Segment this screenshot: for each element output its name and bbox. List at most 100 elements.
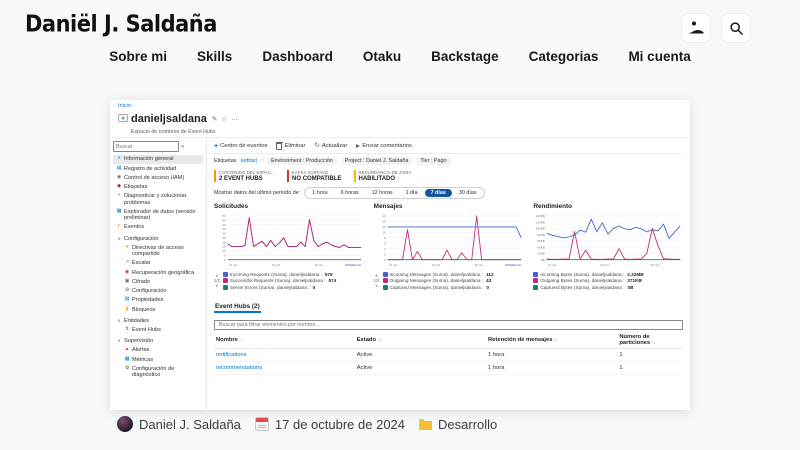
sidebar-item-label: Bloqueos (132, 307, 155, 313)
toolbar-add-button[interactable]: +Centro de eventos (214, 143, 267, 150)
event-hubs-filter-input[interactable] (214, 320, 683, 330)
nav-item-categorias[interactable]: Categorias (529, 49, 599, 64)
toolbar-feedback-button[interactable]: Enviar comentarios (356, 143, 412, 149)
sidebar-item[interactable]: ↗Escalar (113, 259, 203, 268)
table-row[interactable]: recommendationsActive1 hora1 (214, 362, 683, 375)
svg-text:15 oct: 15 oct (474, 263, 483, 267)
column-header[interactable]: Retención de mensajes↑↓ (486, 331, 617, 349)
sidebar-item[interactable]: ×Diagnosticar y solucionar problemas (113, 192, 203, 208)
sidebar-item[interactable]: ▤Registro de actividad (113, 164, 203, 173)
column-header[interactable]: Estado↑↓ (355, 331, 486, 349)
scale-icon: ↗ (124, 260, 130, 266)
sidebar-item[interactable]: ∨Entidades (113, 316, 203, 325)
toolbar-label: Actualizar (322, 143, 347, 149)
sidebar-item[interactable]: ▦Explorador de datos (versión preliminar… (113, 207, 203, 223)
sidebar-item[interactable]: ▣Cifrado (113, 278, 203, 287)
stat-label: CONTENIDO DEL ESPAC... (219, 170, 275, 175)
period-label: Mostrar datos del último período de: (214, 190, 300, 196)
event-hub-name-link[interactable]: recommendations (214, 362, 355, 375)
svg-text:0B: 0B (541, 258, 545, 262)
legend-label: Incoming Requests (Suma), danieljsaldana… (230, 272, 322, 277)
sidebar-item[interactable]: ƒEventos (113, 223, 203, 232)
sidebar-item[interactable]: ★Directivas de acceso compartido (113, 243, 203, 259)
search-icon[interactable] (722, 14, 750, 42)
period-option[interactable]: 1 hora (306, 189, 333, 197)
period-option[interactable]: 1 día (400, 189, 424, 197)
toolbar-refresh-button[interactable]: ↻Actualizar (314, 143, 347, 150)
svg-text:120KB: 120KB (536, 220, 545, 224)
column-header[interactable]: Nombre↑↓ (214, 331, 355, 349)
period-option[interactable]: 12 horas (366, 189, 399, 197)
favorite-star-icon[interactable]: ☆ (221, 115, 227, 123)
edit-icon[interactable]: ✎ (212, 115, 217, 123)
legend-item: Incoming Requests (Suma), danieljsaldana… (223, 272, 364, 277)
svg-text:140KB: 140KB (536, 214, 545, 218)
sidebar-item-label: Explorador de datos (versión preliminar) (124, 209, 200, 222)
stat-value: NO COMPATIBLE (292, 176, 341, 182)
azure-portal-screenshot: Inicio› danieljsaldana ✎ ☆ … Espacio de … (110, 100, 690, 410)
collapse-sidebar-icon[interactable]: « (181, 144, 184, 150)
post-category[interactable]: Desarrollo (438, 417, 497, 432)
sidebar-item-label: Métricas (132, 357, 153, 363)
table-row[interactable]: notificationsActive1 hora1 (214, 349, 683, 362)
table-cell: 1 hora (486, 362, 617, 375)
sidebar-item[interactable]: ▦Métricas (113, 355, 203, 364)
portal-sidebar-list: ≡Información general▤Registro de activid… (113, 155, 203, 380)
sidebar-item[interactable]: ↯Event Hubs (113, 326, 203, 335)
svg-text:20KB: 20KB (538, 251, 546, 255)
period-option[interactable]: 6 horas (335, 189, 365, 197)
sidebar-item[interactable]: ▲Alertas (113, 346, 203, 355)
legend-swatch (223, 285, 228, 290)
sidebar-item[interactable]: ◆Etiquetas (113, 183, 203, 192)
nav-item-sobre-mi[interactable]: Sobre mi (109, 49, 167, 64)
sidebar-item[interactable]: ◉Control de acceso (IAM) (113, 173, 203, 182)
svg-text:UTC+02:00: UTC+02:00 (345, 263, 361, 267)
site-logo[interactable]: Daniël J. Saldaña (25, 11, 217, 37)
shared-access-policies-icon: ★ (124, 245, 130, 251)
nav-item-otaku[interactable]: Otaku (363, 49, 401, 64)
sidebar-item[interactable]: ▮Bloqueos (113, 305, 203, 314)
period-option[interactable]: 30 días (453, 189, 483, 197)
sidebar-item[interactable]: ∨Supervisión (113, 337, 203, 346)
sidebar-item-label: Configuración de diagnóstico (132, 366, 200, 379)
legend-label: Captured Bytes (Suma), danieljsaldana : (540, 285, 624, 290)
mountain-icon[interactable] (682, 14, 710, 42)
author-name[interactable]: Daniel J. Saldaña (139, 417, 241, 432)
event-hubs-tab[interactable]: Event Hubs (2) (214, 303, 261, 313)
feedback-icon (356, 144, 360, 148)
edit-tags-link[interactable]: (editar) (240, 158, 257, 164)
nav-item-dashboard[interactable]: Dashboard (262, 49, 333, 64)
svg-text:2: 2 (384, 252, 386, 256)
column-header[interactable]: Número de particiones↑↓ (617, 331, 683, 349)
more-options-icon[interactable]: … (231, 115, 238, 123)
sidebar-item[interactable]: ⚙Configuración de diagnóstico (113, 364, 203, 380)
header-actions (682, 14, 750, 42)
svg-text:25: 25 (222, 236, 226, 240)
nav-item-skills[interactable]: Skills (197, 49, 232, 64)
breadcrumb-link[interactable]: Inicio (118, 103, 131, 109)
properties-icon: ▤ (124, 297, 130, 303)
event-hub-name-link[interactable]: notifications (214, 349, 355, 362)
toolbar-delete-button[interactable]: Eliminar (276, 142, 305, 150)
svg-text:40: 40 (222, 223, 226, 227)
legend-pager[interactable]: ∧1/2∨ (374, 274, 380, 288)
sidebar-search-input[interactable] (113, 141, 179, 152)
toolbar-label: Eliminar (284, 143, 305, 149)
sidebar-item[interactable]: ◉Recuperación geográfica (113, 268, 203, 277)
sidebar-item[interactable]: ≡Información general (113, 155, 203, 164)
legend-pager[interactable]: ∧1/2∨ (214, 274, 220, 288)
tags-icon: ◆ (116, 184, 122, 190)
stat-chip: CONTENIDO DEL ESPAC...2 EVENT HUBS (214, 170, 275, 182)
nav-item-mi-cuenta[interactable]: Mi cuenta (628, 49, 690, 64)
sidebar-item[interactable]: ⚙Configuración (113, 287, 203, 296)
sidebar-item[interactable]: ∨Configuración (113, 234, 203, 243)
stat-chip: KAFKA SURFACENO COMPATIBLE (287, 170, 341, 182)
sidebar-item-label: Etiquetas (124, 184, 147, 190)
stat-value: 2 EVENT HUBS (219, 176, 275, 182)
sidebar-item[interactable]: ▤Propiedades (113, 296, 203, 305)
svg-text:4: 4 (384, 247, 386, 251)
svg-text:0: 0 (384, 258, 386, 262)
sort-icon: ↑↓ (651, 340, 656, 345)
nav-item-backstage[interactable]: Backstage (431, 49, 499, 64)
period-option[interactable]: 7 días (425, 189, 452, 197)
